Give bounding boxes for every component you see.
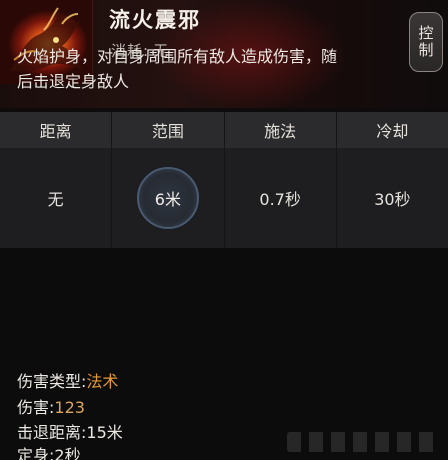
attr-root: 定身:2秒 [17,446,81,460]
stat-header-cooldown: 冷却 [335,112,448,148]
attr-damage-type-value: 法术 [86,372,119,391]
attr-damage-type: 伤害类型:法术 [17,372,118,392]
stats-header-row: 距离 范围 施法 冷却 [0,112,448,148]
attr-root-value: 2秒 [54,446,81,460]
skill-title: 流火震邪 [109,8,201,32]
stat-header-cast: 施法 [223,112,336,148]
description-line-1: 火焰护身，对自身周围所有敌人造成伤害，随 [17,47,338,66]
stats-table: 距离 范围 施法 冷却 无 6米 0.7秒 30秒 [0,112,448,248]
attr-root-label: 定身: [17,446,55,460]
stat-value-range-cell: 6米 [111,148,223,248]
description-line-2: 后击退定身敌人 [17,72,130,91]
stat-header-range: 范围 [111,112,223,148]
stat-value-cast: 0.7秒 [223,148,336,248]
attr-knockback-value: 15米 [86,423,123,442]
stat-value-distance: 无 [47,190,64,209]
attr-knockback-label: 击退距离: [17,423,87,442]
attr-damage: 伤害:123 [17,398,85,418]
attr-damage-type-label: 伤害类型: [17,372,87,391]
stat-value-cooldown: 30秒 [335,148,448,248]
stat-header-distance: 距离 [39,122,72,141]
watermark [287,432,437,452]
skill-description: 火焰护身，对自身周围所有敌人造成伤害，随 后击退定身敌人 [17,44,437,94]
attr-damage-value: 123 [54,398,85,417]
stats-value-row: 无 6米 0.7秒 30秒 [0,148,448,248]
range-indicator: 6米 [136,167,199,229]
attr-knockback: 击退距离:15米 [17,423,123,443]
attr-damage-label: 伤害: [17,398,55,417]
